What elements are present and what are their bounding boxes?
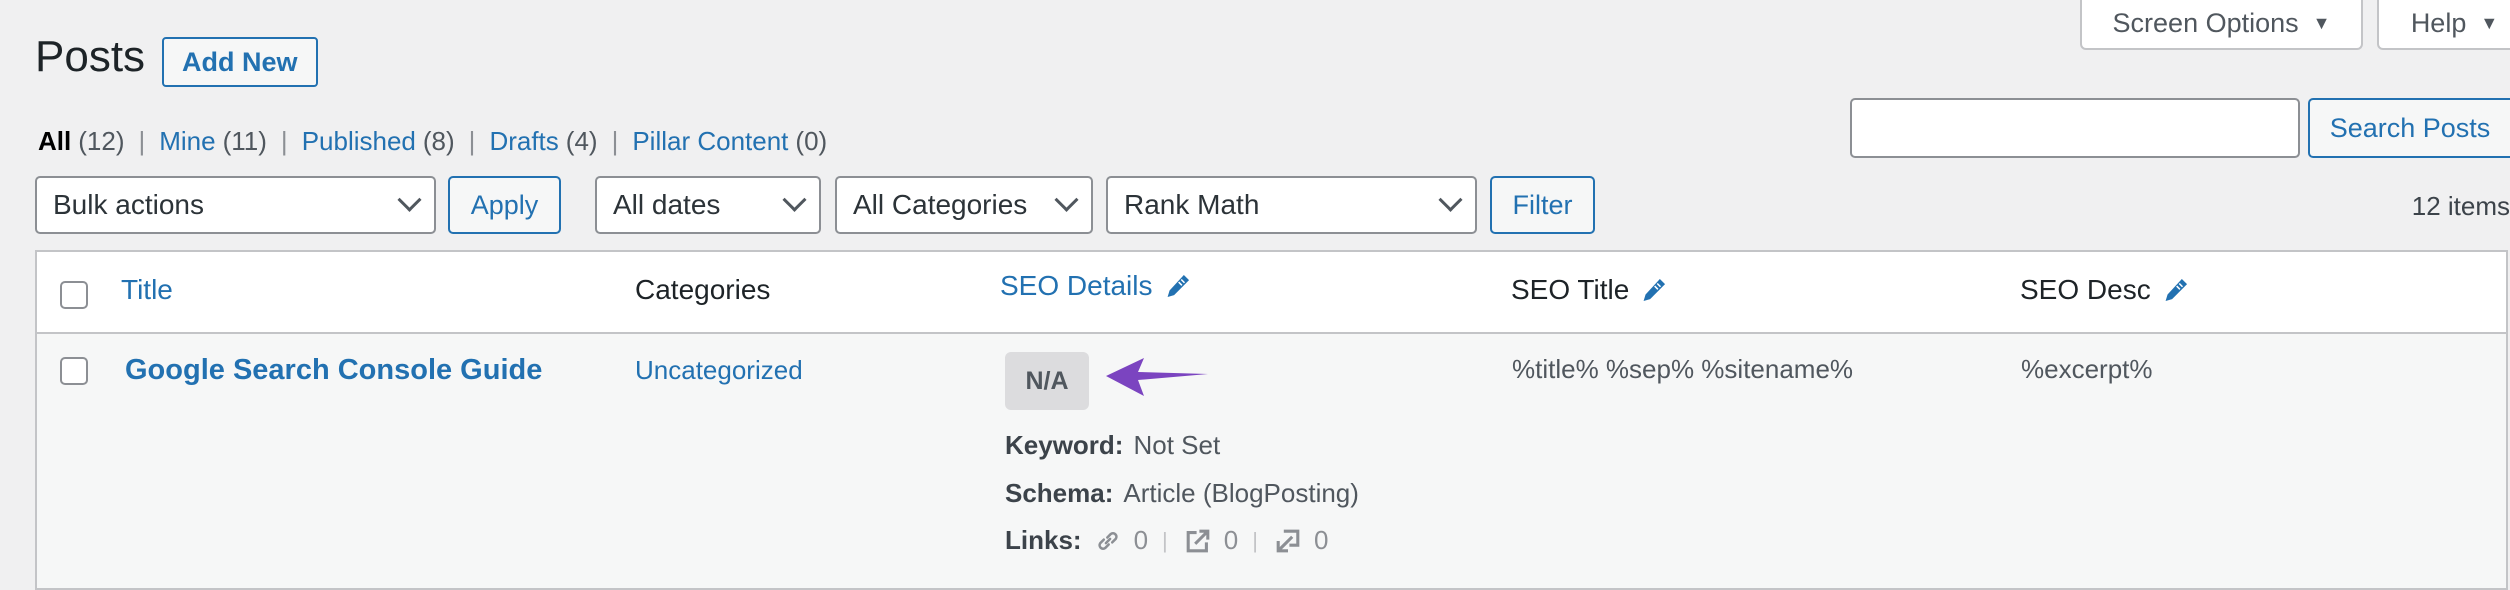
items-count: 12 items bbox=[2411, 191, 2510, 221]
seo-title-value: %title% %sep% %sitename% bbox=[1512, 354, 1854, 384]
column-seo-title: SEO Title bbox=[1511, 274, 1667, 306]
pencil-icon[interactable] bbox=[1165, 273, 1191, 299]
add-new-button[interactable]: Add New bbox=[162, 37, 318, 87]
view-drafts-count: (4) bbox=[565, 126, 598, 156]
chevron-down-icon bbox=[1438, 187, 1463, 212]
column-title-label: Title bbox=[121, 274, 173, 305]
chevron-down-icon bbox=[782, 187, 807, 212]
caret-down-icon: ▼ bbox=[2480, 12, 2499, 33]
seo-filter-value: Rank Math bbox=[1124, 189, 1260, 220]
column-seo-desc-label: SEO Desc bbox=[2020, 274, 2151, 305]
column-seo-details-label: SEO Details bbox=[1000, 270, 1153, 301]
view-mine[interactable]: Mine bbox=[159, 126, 215, 157]
help-button[interactable]: Help ▼ bbox=[2377, 0, 2510, 50]
divider: | bbox=[280, 126, 288, 156]
bulk-actions-value: Bulk actions bbox=[53, 189, 204, 220]
divider: | bbox=[1252, 527, 1258, 553]
apply-button[interactable]: Apply bbox=[448, 176, 561, 234]
categories-filter-value: All Categories bbox=[853, 189, 1028, 220]
screen-options-button[interactable]: Screen Options ▼ bbox=[2080, 0, 2363, 50]
table-row: Google Search Console Guide Uncategorize… bbox=[37, 334, 2506, 588]
column-seo-details[interactable]: SEO Details bbox=[1000, 270, 1191, 302]
select-all-checkbox[interactable] bbox=[60, 281, 88, 309]
view-published-count: (8) bbox=[422, 126, 455, 156]
view-pillar-content[interactable]: Pillar Content bbox=[632, 126, 788, 157]
column-seo-desc: SEO Desc bbox=[2020, 274, 2189, 306]
schema-detail: Schema: Article (BlogPosting) bbox=[1005, 478, 1359, 509]
view-mine-count: (11) bbox=[222, 126, 267, 156]
category-link[interactable]: Uncategorized bbox=[635, 355, 803, 386]
bulk-actions-select[interactable]: Bulk actions bbox=[35, 176, 436, 234]
schema-value: Article (BlogPosting) bbox=[1123, 478, 1359, 508]
post-title-link[interactable]: Google Search Console Guide bbox=[125, 354, 542, 387]
chevron-down-icon bbox=[397, 187, 422, 212]
divider: | bbox=[611, 126, 619, 156]
help-label: Help bbox=[2410, 7, 2467, 38]
incoming-link-icon bbox=[1276, 529, 1300, 552]
post-status-views: All (12) | Mine (11) | Published (8) | D… bbox=[38, 126, 827, 157]
seo-score-badge: N/A bbox=[1005, 352, 1089, 410]
schema-label: Schema: bbox=[1005, 478, 1114, 508]
view-drafts[interactable]: Drafts bbox=[489, 126, 558, 157]
seo-filter-select[interactable]: Rank Math bbox=[1106, 176, 1477, 234]
row-checkbox[interactable] bbox=[60, 357, 88, 385]
screen-options-label: Screen Options bbox=[2112, 7, 2299, 38]
categories-filter-select[interactable]: All Categories bbox=[835, 176, 1093, 234]
links-label: Links: bbox=[1005, 525, 1082, 555]
keyword-label: Keyword: bbox=[1005, 430, 1124, 460]
pencil-icon[interactable] bbox=[1641, 277, 1667, 303]
column-categories-label: Categories bbox=[635, 274, 771, 305]
internal-links-count: 0 bbox=[1133, 525, 1149, 555]
external-links-count: 0 bbox=[1223, 525, 1239, 555]
pencil-icon[interactable] bbox=[2163, 277, 2189, 303]
keyword-value: Not Set bbox=[1133, 430, 1221, 460]
incoming-links-count: 0 bbox=[1313, 525, 1329, 555]
caret-down-icon: ▼ bbox=[2312, 12, 2331, 33]
view-all-count: (12) bbox=[78, 126, 125, 156]
posts-table: Title Categories SEO Details SEO Title S… bbox=[35, 250, 2508, 590]
page-title: Posts bbox=[35, 32, 146, 81]
divider: | bbox=[468, 126, 476, 156]
column-title[interactable]: Title bbox=[121, 274, 173, 306]
search-input[interactable] bbox=[1850, 98, 2300, 158]
keyword-detail: Keyword: Not Set bbox=[1005, 430, 1220, 461]
column-categories: Categories bbox=[635, 274, 770, 306]
view-pillar-content-count: (0) bbox=[795, 126, 828, 156]
links-detail: Links: 0 | 0 | 0 bbox=[1005, 525, 1328, 556]
seo-desc-value: %excerpt% bbox=[2021, 354, 2153, 384]
view-all[interactable]: All bbox=[38, 126, 71, 157]
table-header: Title Categories SEO Details SEO Title S… bbox=[37, 252, 2506, 334]
dates-filter-select[interactable]: All dates bbox=[595, 176, 821, 234]
dates-filter-value: All dates bbox=[613, 189, 721, 220]
column-seo-title-label: SEO Title bbox=[1511, 274, 1630, 305]
divider: | bbox=[138, 126, 146, 156]
view-published[interactable]: Published bbox=[302, 126, 416, 157]
annotation-arrow-icon bbox=[1106, 358, 1208, 396]
divider: | bbox=[1162, 527, 1168, 553]
external-link-icon bbox=[1186, 529, 1210, 552]
chevron-down-icon bbox=[1054, 187, 1079, 212]
filter-button[interactable]: Filter bbox=[1490, 176, 1595, 234]
internal-link-icon bbox=[1097, 531, 1118, 550]
search-posts-button[interactable]: Search Posts bbox=[2308, 98, 2510, 158]
